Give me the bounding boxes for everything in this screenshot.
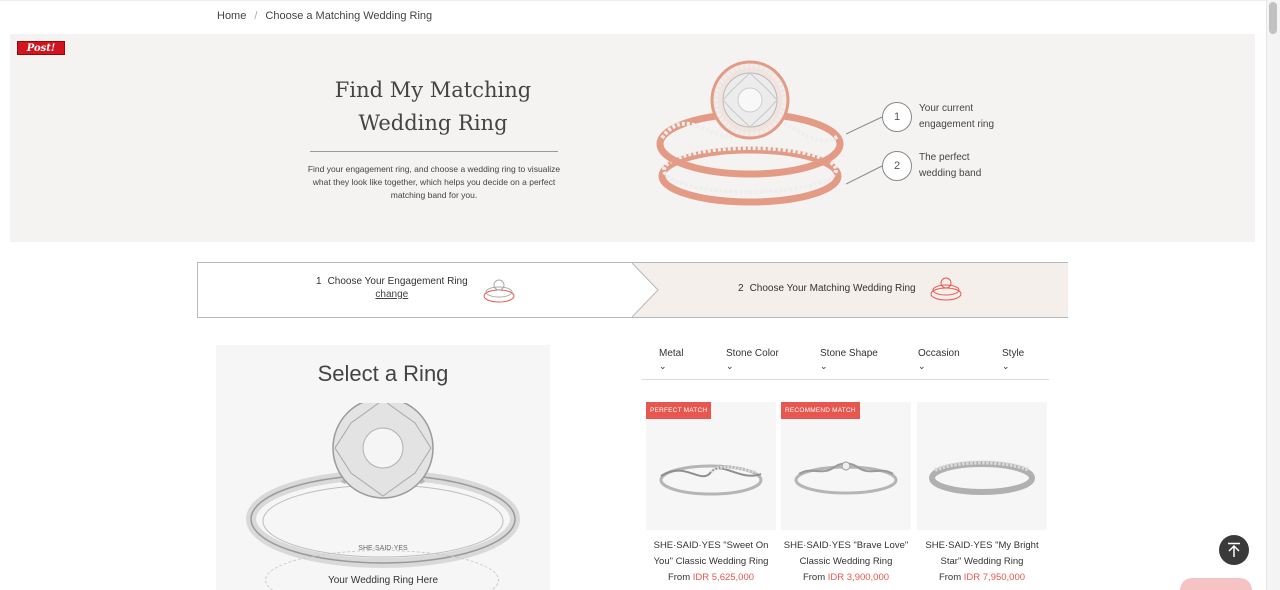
- callout-2-line1: The perfect: [919, 152, 970, 163]
- select-ring-panel: Select a Ring SHE·SAID·YES Your Wedding …: [216, 345, 550, 590]
- product-card[interactable]: PERFECT MATCH SHE·SAID·YES "Sweet On You…: [646, 402, 776, 586]
- filter-occasion[interactable]: Occasion ⌄: [918, 348, 960, 371]
- chat-button[interactable]: [1180, 578, 1252, 590]
- hero-title-line2: Wedding Ring: [358, 111, 508, 135]
- product-name[interactable]: SHE·SAID·YES "Brave Love" Classic Weddin…: [781, 538, 911, 570]
- price-prefix: From: [667, 572, 691, 583]
- step1-choose-engagement-ring[interactable]: 1 Choose Your Engagement Ring change: [316, 276, 468, 300]
- product-name[interactable]: SHE·SAID·YES "Sweet On You" Classic Wedd…: [646, 538, 776, 570]
- price-amount: IDR 3,900,000: [827, 572, 890, 583]
- price-amount: IDR 7,950,000: [963, 572, 1026, 583]
- chevron-down-icon: ⌄: [726, 361, 734, 371]
- wedding-band-image: [929, 460, 1035, 495]
- step1-number: 1: [316, 276, 322, 287]
- page-scrollbar[interactable]: [1266, 0, 1280, 590]
- product-card[interactable]: RECOMMEND MATCH SHE·SAID·YES "Brave Love…: [781, 402, 911, 586]
- step1-label: Choose Your Engagement Ring: [327, 276, 468, 287]
- filter-bar: Metal ⌄ Stone Color ⌄ Stone Shape ⌄ Occa…: [642, 346, 1049, 380]
- filter-style-label: Style: [1002, 348, 1025, 359]
- chevron-down-icon: ⌄: [820, 361, 828, 371]
- callout-number-1: 1: [882, 102, 912, 132]
- filter-stone-shape-label: Stone Shape: [820, 348, 878, 359]
- product-name-line1: SHE·SAID·YES "Brave Love": [783, 540, 909, 551]
- product-name-line2: Star" Wedding Ring: [940, 556, 1024, 567]
- product-name-line1: SHE·SAID·YES "My Bright: [925, 540, 1039, 551]
- wedding-band-image: [659, 464, 763, 496]
- post-badge[interactable]: Post!: [17, 41, 65, 55]
- filter-stone-color-label: Stone Color: [726, 348, 779, 359]
- engagement-ring-image: SHE·SAID·YES: [246, 403, 520, 568]
- product-card[interactable]: SHE·SAID·YES "My Bright Star" Wedding Ri…: [917, 402, 1047, 586]
- product-image[interactable]: [917, 402, 1047, 530]
- chevron-down-icon: ⌄: [1002, 361, 1010, 371]
- product-name-line2: You" Classic Wedding Ring: [653, 556, 769, 567]
- product-image[interactable]: RECOMMEND MATCH: [781, 402, 911, 530]
- product-price: From IDR 5,625,000: [646, 570, 776, 586]
- callout-number-2: 2: [882, 151, 912, 181]
- page: Home / Choose a Matching Wedding Ring Po…: [0, 0, 1280, 590]
- filter-stone-color[interactable]: Stone Color ⌄: [726, 348, 779, 371]
- hero-divider: [310, 151, 558, 152]
- product-name[interactable]: SHE·SAID·YES "My Bright Star" Wedding Ri…: [917, 538, 1047, 570]
- callout-engagement-ring: 1 Your current engagement ring: [882, 101, 1009, 133]
- arrow-up-icon: [1228, 542, 1240, 557]
- price-prefix: From: [938, 572, 962, 583]
- top-divider: [0, 0, 1266, 1]
- chevron-down-icon: ⌄: [659, 361, 667, 371]
- product-name-line1: SHE·SAID·YES "Sweet On: [653, 540, 769, 551]
- engagement-ring-icon: [483, 279, 515, 303]
- filter-stone-shape[interactable]: Stone Shape ⌄: [820, 348, 878, 371]
- filter-metal[interactable]: Metal ⌄: [659, 348, 683, 371]
- filter-occasion-label: Occasion: [918, 348, 960, 359]
- product-price: From IDR 3,900,000: [781, 570, 911, 586]
- filter-metal-label: Metal: [659, 348, 684, 359]
- price-amount: IDR 5,625,000: [692, 572, 755, 583]
- wedding-ring-placeholder-text: Your Wedding Ring Here: [327, 575, 439, 586]
- breadcrumb-separator: /: [254, 10, 258, 22]
- ring-set-image: [656, 60, 844, 206]
- wedding-ring-icon: [930, 277, 962, 301]
- hero-title-line1: Find My Matching: [334, 78, 532, 102]
- scrollbar-thumb[interactable]: [1269, 2, 1277, 34]
- change-link[interactable]: change: [316, 289, 468, 300]
- callout-1-line2: engagement ring: [919, 119, 995, 130]
- hero-title: Find My Matching Wedding Ring: [310, 74, 556, 140]
- callout-2-line2: wedding band: [919, 168, 982, 179]
- callout-lines: [846, 116, 883, 185]
- callout-1-line1: Your current: [919, 103, 974, 114]
- breadcrumb: Home / Choose a Matching Wedding Ring: [217, 10, 432, 22]
- breadcrumb-current: Choose a Matching Wedding Ring: [265, 10, 433, 22]
- product-name-line2: Classic Wedding Ring: [799, 556, 893, 567]
- step-progress: 1 Choose Your Engagement Ring change 2 Cho…: [197, 262, 1068, 318]
- step-arrow-divider: [632, 263, 659, 317]
- callout-wedding-band: 2 The perfect wedding band: [882, 150, 1009, 182]
- recommend-match-badge: RECOMMEND MATCH: [781, 402, 860, 419]
- perfect-match-badge: PERFECT MATCH: [646, 402, 712, 419]
- step2-label: Choose Your Matching Wedding Ring: [749, 283, 916, 294]
- chevron-down-icon: ⌄: [918, 361, 926, 371]
- wedding-band-image: [794, 461, 898, 495]
- breadcrumb-home-link[interactable]: Home: [217, 10, 246, 22]
- filter-style[interactable]: Style ⌄: [1002, 348, 1024, 371]
- hero-description: Find your engagement ring, and choose a …: [307, 164, 561, 200]
- back-to-top-button[interactable]: [1219, 535, 1249, 565]
- step2-choose-wedding-ring[interactable]: 2 Choose Your Matching Wedding Ring: [738, 283, 916, 294]
- step2-number: 2: [738, 283, 744, 294]
- select-ring-title: Select a Ring: [317, 361, 449, 386]
- product-image[interactable]: PERFECT MATCH: [646, 402, 776, 530]
- product-price: From IDR 7,950,000: [917, 570, 1047, 586]
- hero-banner: Post! Find My Matching Wedding Ring Find…: [10, 34, 1255, 242]
- price-prefix: From: [802, 572, 826, 583]
